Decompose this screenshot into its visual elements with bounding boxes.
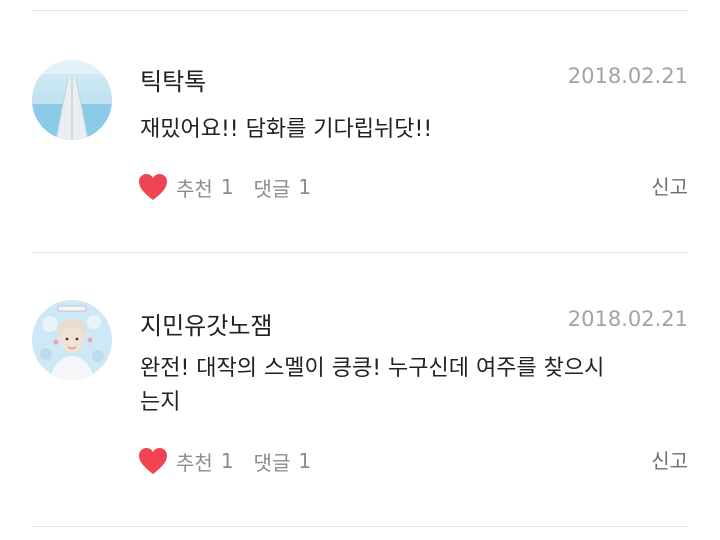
avatar[interactable] bbox=[32, 60, 112, 140]
comment-actions: 추천 1 댓글 1 bbox=[138, 170, 311, 204]
recommend-button[interactable]: 추천 bbox=[176, 173, 213, 202]
divider bbox=[32, 252, 688, 253]
comment-date: 2018.02.21 bbox=[567, 64, 688, 88]
recommend-button[interactable]: 추천 bbox=[176, 447, 213, 476]
report-button[interactable]: 신고 bbox=[651, 444, 688, 478]
comment-date: 2018.02.21 bbox=[567, 307, 688, 331]
comment-text: 재밌어요!! 담화를 기다립뉘닷!! bbox=[140, 117, 433, 142]
recommend-count: 1 bbox=[220, 449, 234, 473]
divider bbox=[32, 526, 688, 527]
reply-count: 1 bbox=[298, 175, 312, 199]
comment-actions: 추천 1 댓글 1 bbox=[138, 444, 311, 478]
avatar[interactable] bbox=[32, 300, 112, 380]
reply-button[interactable]: 댓글 bbox=[254, 447, 291, 476]
comment-nickname: 틱탁톡 bbox=[140, 68, 207, 96]
comment-text: 완전! 대작의 스멜이 킁킁! 누구신데 여주를 찾으시는지 bbox=[140, 356, 605, 415]
report-button[interactable]: 신고 bbox=[651, 170, 688, 204]
heart-icon[interactable] bbox=[138, 173, 168, 201]
recommend-count: 1 bbox=[220, 175, 234, 199]
reply-button[interactable]: 댓글 bbox=[254, 173, 291, 202]
bridge-photo-icon bbox=[32, 60, 112, 140]
heart-icon[interactable] bbox=[138, 447, 168, 475]
person-photo-icon bbox=[32, 300, 112, 380]
reply-count: 1 bbox=[298, 449, 312, 473]
comment-nickname: 지민유갓노잼 bbox=[140, 312, 273, 340]
comment-list: 틱탁톡 2018.02.21 재밌어요!! 담화를 기다립뉘닷!! 추천 1 댓… bbox=[0, 0, 720, 540]
divider bbox=[32, 10, 688, 11]
